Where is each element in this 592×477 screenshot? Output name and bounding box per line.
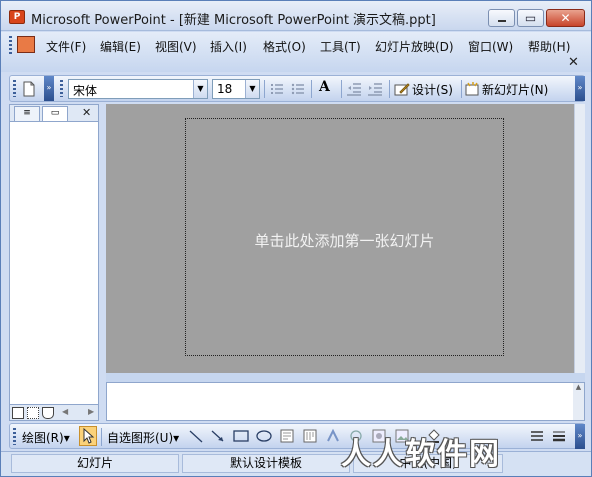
status-bar: 幻灯片 默认设计模板 中文(中国) bbox=[1, 451, 591, 476]
toolbar-separator bbox=[461, 80, 462, 98]
menu-tools[interactable]: 工具(T) bbox=[320, 38, 361, 55]
menu-insert[interactable]: 插入(I) bbox=[210, 38, 247, 55]
increase-indent-icon[interactable] bbox=[367, 81, 383, 97]
document-control-icon[interactable] bbox=[17, 36, 35, 53]
toolbar-grip-handle[interactable] bbox=[13, 80, 16, 97]
rectangle-tool-icon[interactable] bbox=[232, 428, 250, 444]
chevron-down-icon[interactable]: ▼ bbox=[193, 80, 207, 98]
notes-scrollbar[interactable]: ▲ bbox=[573, 383, 584, 420]
wordart-tool-icon[interactable] bbox=[325, 428, 341, 444]
font-size-combo[interactable]: 18 ▼ bbox=[212, 79, 260, 99]
vertical-textbox-tool-icon[interactable] bbox=[302, 428, 318, 444]
autoshapes-menu-button[interactable]: 自选图形(U)▾ bbox=[107, 429, 179, 446]
slide-vertical-scrollbar[interactable] bbox=[574, 104, 585, 373]
font-size-value: 18 bbox=[217, 82, 233, 96]
toolbar-separator bbox=[264, 80, 265, 98]
font-name-combo[interactable]: 宋体 ▼ bbox=[68, 79, 208, 99]
draw-menu-label: 绘图(R) bbox=[22, 431, 64, 445]
minimize-button[interactable] bbox=[488, 9, 515, 27]
normal-view-icon[interactable] bbox=[12, 407, 24, 419]
close-icon: ✕ bbox=[560, 11, 571, 25]
menu-view[interactable]: 视图(V) bbox=[155, 38, 197, 55]
chevron-down-icon[interactable]: ▼ bbox=[245, 80, 259, 98]
toolbar-separator bbox=[101, 428, 102, 446]
status-slide-indicator: 幻灯片 bbox=[11, 454, 179, 473]
menu-edit[interactable]: 编辑(E) bbox=[100, 38, 141, 55]
formatting-toolbar: » 宋体 ▼ 18 ▼ A 设计(S) 新幻灯片(N) » bbox=[9, 75, 585, 102]
dash-style-icon[interactable] bbox=[551, 428, 567, 444]
select-objects-button[interactable] bbox=[79, 426, 97, 446]
slide-placeholder[interactable]: 单击此处添加第一张幻灯片 bbox=[185, 118, 504, 356]
numbered-list-icon[interactable] bbox=[269, 81, 285, 97]
view-buttons-bar: ◀ ▶ bbox=[9, 404, 99, 421]
draw-menu-button[interactable]: 绘图(R)▾ bbox=[22, 429, 70, 446]
outline-slides-pane: ≡ ▭ ✕ bbox=[9, 104, 99, 421]
menu-bar: 文件(F) 编辑(E) 视图(V) 插入(I) 格式(O) 工具(T) 幻灯片放… bbox=[1, 32, 591, 72]
notes-pane[interactable]: ▲ bbox=[106, 382, 585, 421]
bulleted-list-icon[interactable] bbox=[290, 81, 306, 97]
menu-file[interactable]: 文件(F) bbox=[46, 38, 86, 55]
increase-font-size-icon[interactable]: A bbox=[319, 79, 330, 95]
toolbar-options-chevron[interactable]: » bbox=[44, 76, 54, 101]
menu-window[interactable]: 窗口(W) bbox=[468, 38, 513, 55]
close-button[interactable]: ✕ bbox=[546, 9, 585, 27]
oval-tool-icon[interactable] bbox=[255, 428, 273, 444]
document-close-button[interactable]: ✕ bbox=[568, 55, 579, 70]
arrow-tool-icon[interactable] bbox=[210, 428, 226, 444]
toolbar-options-chevron-right[interactable]: » bbox=[575, 76, 585, 101]
maximize-icon: ▭ bbox=[524, 11, 537, 25]
toolbar-separator bbox=[341, 80, 342, 98]
toolbar-grip-handle-2[interactable] bbox=[60, 80, 63, 97]
drawing-toolbar-grip[interactable] bbox=[13, 428, 16, 445]
autoshapes-label: 自选图形(U) bbox=[107, 431, 174, 445]
pane-close-button[interactable]: ✕ bbox=[82, 106, 91, 119]
slide-sorter-view-icon[interactable] bbox=[27, 407, 39, 419]
cursor-arrow-icon bbox=[83, 427, 95, 444]
font-name-value: 宋体 bbox=[73, 84, 98, 98]
drawing-toolbar-chevron[interactable]: » bbox=[575, 424, 585, 449]
scroll-left-icon[interactable]: ◀ bbox=[62, 407, 68, 416]
new-document-icon[interactable] bbox=[21, 81, 37, 97]
slide-editing-area: 单击此处添加第一张幻灯片 bbox=[106, 104, 585, 373]
new-slide-button[interactable]: 新幻灯片(N) bbox=[482, 81, 548, 98]
slideshow-view-icon[interactable] bbox=[42, 407, 54, 419]
menu-format[interactable]: 格式(O) bbox=[263, 38, 306, 55]
powerpoint-window: P Microsoft PowerPoint - [新建 Microsoft P… bbox=[0, 0, 592, 477]
scroll-right-icon[interactable]: ▶ bbox=[88, 407, 94, 416]
site-watermark: 人人软件网 bbox=[341, 437, 501, 472]
pane-tab-strip: ≡ ▭ ✕ bbox=[10, 105, 98, 122]
tab-slides[interactable]: ▭ bbox=[42, 106, 68, 121]
decrease-indent-icon[interactable] bbox=[346, 81, 362, 97]
powerpoint-app-icon[interactable]: P bbox=[9, 10, 25, 24]
menu-slideshow[interactable]: 幻灯片放映(D) bbox=[375, 38, 454, 55]
menu-grip-handle[interactable] bbox=[9, 36, 12, 56]
chevron-down-icon: ▾ bbox=[173, 431, 180, 445]
slide-placeholder-text: 单击此处添加第一张幻灯片 bbox=[254, 232, 435, 250]
maximize-button[interactable]: ▭ bbox=[517, 9, 544, 27]
menu-help[interactable]: 帮助(H) bbox=[528, 38, 570, 55]
toolbar-separator bbox=[389, 80, 390, 98]
line-tool-icon[interactable] bbox=[188, 428, 204, 444]
toolbar-separator bbox=[311, 80, 312, 98]
new-slide-icon[interactable] bbox=[464, 81, 480, 97]
pane-splitter[interactable] bbox=[106, 373, 585, 382]
line-style-icon[interactable] bbox=[529, 428, 545, 444]
minimize-icon bbox=[498, 20, 506, 22]
textbox-tool-icon[interactable] bbox=[279, 428, 295, 444]
title-bar: P Microsoft PowerPoint - [新建 Microsoft P… bbox=[1, 1, 591, 31]
design-button[interactable]: 设计(S) bbox=[412, 81, 453, 98]
status-design-template: 默认设计模板 bbox=[182, 454, 350, 473]
design-pen-icon[interactable] bbox=[394, 81, 410, 97]
window-title: Microsoft PowerPoint - [新建 Microsoft Pow… bbox=[31, 13, 436, 28]
chevron-down-icon: ▾ bbox=[63, 431, 70, 445]
tab-outline[interactable]: ≡ bbox=[14, 106, 40, 121]
